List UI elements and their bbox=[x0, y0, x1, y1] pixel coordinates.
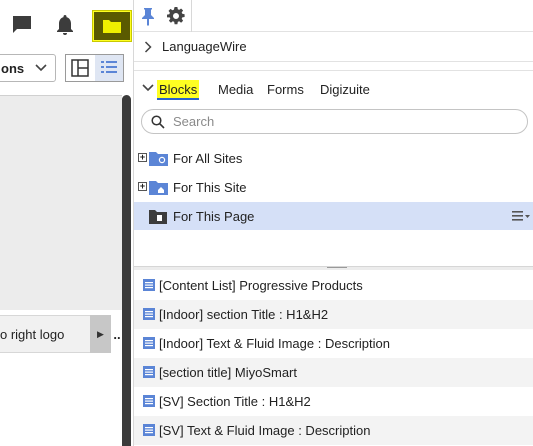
scrollbar-thumb[interactable] bbox=[122, 95, 131, 446]
block-icon bbox=[143, 337, 155, 349]
layout-icon bbox=[71, 59, 89, 77]
content-tree-button[interactable] bbox=[92, 10, 132, 42]
block-icon bbox=[143, 366, 155, 378]
search-box bbox=[141, 109, 528, 134]
tab-forms[interactable]: Forms bbox=[267, 80, 304, 100]
chevron-down-icon[interactable] bbox=[142, 84, 154, 92]
content-tree-button-inner bbox=[94, 12, 130, 40]
notifications-button[interactable] bbox=[52, 12, 78, 38]
context-menu-icon[interactable] bbox=[512, 210, 530, 222]
more-label: .. bbox=[113, 326, 121, 342]
toolbar-divider bbox=[191, 0, 192, 32]
block-label: [SV] Section Title : H1&H2 bbox=[159, 394, 311, 409]
list-item[interactable]: [Indoor] Text & Fluid Image : Descriptio… bbox=[134, 329, 533, 358]
side-panel-toolbar bbox=[134, 0, 533, 32]
block-icon bbox=[143, 279, 155, 291]
list-item[interactable]: [Indoor] section Title : H1&H2 bbox=[134, 300, 533, 329]
options-dropdown[interactable]: ons bbox=[0, 54, 56, 82]
canvas-area bbox=[0, 95, 122, 310]
expand-plus-icon[interactable]: + bbox=[138, 182, 147, 191]
search-input[interactable] bbox=[173, 114, 503, 129]
tree-item-this-page[interactable]: For This Page bbox=[134, 202, 533, 230]
folder-home-icon bbox=[149, 181, 168, 195]
block-label: [Indoor] section Title : H1&H2 bbox=[159, 307, 329, 322]
list-item[interactable]: [Content List] Progressive Products bbox=[134, 271, 533, 300]
block-label: [Indoor] Text & Fluid Image : Descriptio… bbox=[159, 336, 390, 351]
pin-icon bbox=[142, 8, 154, 26]
folder-icon bbox=[103, 20, 121, 33]
settings-button[interactable] bbox=[166, 6, 186, 29]
view-toggle bbox=[65, 54, 124, 82]
gear-icon bbox=[167, 7, 185, 25]
tree-item-all-sites[interactable]: + For All Sites bbox=[134, 144, 533, 172]
list-item[interactable]: [SV] Section Title : H1&H2 bbox=[134, 387, 533, 416]
triangle-right-icon: ▶ bbox=[97, 328, 104, 339]
list-view-button[interactable] bbox=[94, 55, 123, 81]
editor-panel: ons o right logo ▶ .. bbox=[0, 0, 133, 446]
rendering-row[interactable]: o right logo bbox=[0, 315, 90, 353]
tab-digizuite[interactable]: Digizuite bbox=[320, 80, 370, 100]
list-item[interactable]: [section title] MiyoSmart bbox=[134, 358, 533, 387]
block-label: [section title] MiyoSmart bbox=[159, 365, 297, 380]
tab-media[interactable]: Media bbox=[218, 80, 253, 100]
expand-arrow-button[interactable]: ▶ bbox=[90, 315, 111, 353]
bell-icon bbox=[57, 15, 73, 35]
comment-icon bbox=[13, 16, 31, 33]
languagewire-label: LanguageWire bbox=[162, 39, 247, 54]
tree-item-label: For This Page bbox=[173, 209, 255, 224]
block-icon bbox=[143, 395, 155, 407]
tree-item-label: For All Sites bbox=[173, 151, 243, 166]
side-panel: LanguageWire Blocks Media Forms Digizuit… bbox=[133, 0, 533, 446]
comment-button[interactable] bbox=[9, 12, 35, 38]
languagewire-section[interactable]: LanguageWire bbox=[134, 32, 533, 62]
tab-blocks[interactable]: Blocks bbox=[157, 80, 200, 100]
page-folder-icon bbox=[149, 210, 167, 224]
expand-plus-icon[interactable]: + bbox=[138, 153, 147, 162]
rendering-row-label: o right logo bbox=[0, 326, 65, 342]
splitter-grip[interactable] bbox=[327, 267, 347, 268]
block-label: [Content List] Progressive Products bbox=[159, 278, 363, 293]
layout-view-button[interactable] bbox=[66, 55, 95, 81]
pin-button[interactable] bbox=[140, 6, 156, 29]
tree-item-label: For This Site bbox=[173, 180, 247, 195]
chevron-right-icon bbox=[144, 40, 152, 53]
block-label: [SV] Text & Fluid Image : Description bbox=[159, 423, 371, 438]
folder-globe-icon bbox=[149, 152, 168, 166]
chevron-down-icon bbox=[35, 64, 47, 72]
block-icon bbox=[143, 424, 155, 436]
editor-toolbar bbox=[0, 0, 133, 48]
tree-item-this-site[interactable]: + For This Site bbox=[134, 173, 533, 201]
block-icon bbox=[143, 308, 155, 320]
library-tabs: Blocks Media Forms Digizuite bbox=[134, 71, 533, 105]
search-icon bbox=[151, 114, 165, 129]
options-dropdown-label: ons bbox=[1, 60, 25, 76]
panel-splitter[interactable] bbox=[134, 266, 533, 270]
list-item[interactable]: [SV] Text & Fluid Image : Description bbox=[134, 416, 533, 445]
list-icon bbox=[100, 61, 117, 73]
